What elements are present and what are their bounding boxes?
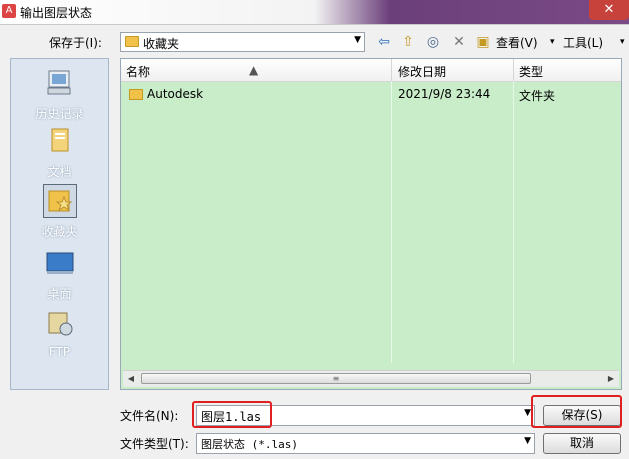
- tools-menu[interactable]: 工具(L): [563, 34, 603, 51]
- item-name: Autodesk: [147, 87, 204, 101]
- save-button[interactable]: 保存(S): [543, 405, 621, 426]
- window-title: 输出图层状态: [20, 6, 93, 20]
- scroll-right-icon[interactable]: ▶: [604, 372, 618, 386]
- scroll-thumb[interactable]: ≡: [141, 373, 531, 384]
- column-divider-line: [513, 81, 514, 363]
- chevron-down-icon[interactable]: ▼: [524, 408, 531, 418]
- column-header-type[interactable]: 类型: [519, 63, 543, 80]
- place-label: FTP: [48, 345, 71, 359]
- cancel-button[interactable]: 取消: [543, 433, 621, 454]
- app-icon: A: [2, 4, 16, 18]
- filetype-value: 图层状态 (*.las): [201, 438, 298, 451]
- place-label: 收藏夹: [41, 225, 78, 239]
- places-bar: 历史记录 文档 收藏夹 桌面 FTP: [10, 58, 109, 390]
- filetype-select[interactable]: 图层状态 (*.las) ▼: [196, 433, 535, 454]
- folder-icon: [129, 89, 143, 100]
- search-web-icon[interactable]: ◎: [424, 33, 442, 51]
- list-header: 名称 ▲ 修改日期 类型: [121, 59, 621, 82]
- folder-icon: [125, 36, 139, 47]
- item-type: 文件夹: [519, 89, 556, 103]
- save-in-value: 收藏夹: [143, 37, 180, 51]
- column-divider-line: [391, 81, 392, 363]
- chevron-down-icon: ▼: [354, 35, 361, 45]
- views-menu[interactable]: 查看(V): [496, 34, 538, 51]
- file-list[interactable]: 名称 ▲ 修改日期 类型 Autodesk 2021/9/8 23:44 文件夹…: [120, 58, 622, 390]
- desktop-icon: [46, 252, 73, 274]
- column-header-modified[interactable]: 修改日期: [398, 63, 446, 80]
- place-label: 文档: [47, 165, 72, 179]
- new-folder-icon[interactable]: ▣: [474, 33, 492, 51]
- title-bar: A 输出图层状态 ✕: [0, 0, 629, 25]
- delete-icon[interactable]: ✕: [450, 33, 468, 51]
- scroll-left-icon[interactable]: ◀: [124, 372, 138, 386]
- place-desktop[interactable]: 桌面: [11, 247, 108, 302]
- sort-arrow-icon: ▲: [249, 63, 259, 77]
- column-header-name[interactable]: 名称: [126, 63, 150, 80]
- place-documents[interactable]: 文档: [11, 125, 108, 180]
- save-in-dropdown[interactable]: 收藏夹 ▼: [120, 32, 365, 52]
- close-button[interactable]: ✕: [589, 0, 629, 20]
- filename-label: 文件名(N):: [120, 409, 179, 423]
- favorites-icon: [42, 184, 77, 218]
- tools-arrow-icon[interactable]: ▾: [620, 37, 625, 47]
- ftp-icon: [48, 312, 72, 336]
- item-modified: 2021/9/8 23:44: [398, 87, 491, 101]
- horizontal-scrollbar[interactable]: ◀ ≡ ▶: [123, 370, 619, 387]
- chevron-down-icon: ▼: [524, 436, 531, 446]
- list-item[interactable]: Autodesk 2021/9/8 23:44 文件夹: [121, 85, 621, 105]
- place-ftp[interactable]: FTP: [11, 307, 108, 359]
- place-label: 历史记录: [35, 107, 84, 121]
- place-favorites[interactable]: 收藏夹: [11, 184, 108, 240]
- back-arrow-icon[interactable]: ⇦: [375, 33, 393, 51]
- save-in-label: 保存于(I):: [49, 36, 102, 50]
- place-history[interactable]: 历史记录: [11, 67, 108, 122]
- column-divider[interactable]: [513, 59, 514, 81]
- column-divider[interactable]: [391, 59, 392, 81]
- up-folder-icon[interactable]: ⇧: [399, 33, 417, 51]
- place-label: 桌面: [47, 287, 72, 301]
- filename-input[interactable]: 图层1.las ▼: [196, 405, 535, 426]
- documents-icon: [51, 128, 68, 152]
- views-arrow-icon[interactable]: ▾: [550, 37, 555, 47]
- filename-value: 图层1.las: [201, 410, 262, 424]
- history-icon: [47, 70, 70, 95]
- filetype-label: 文件类型(T):: [120, 437, 189, 451]
